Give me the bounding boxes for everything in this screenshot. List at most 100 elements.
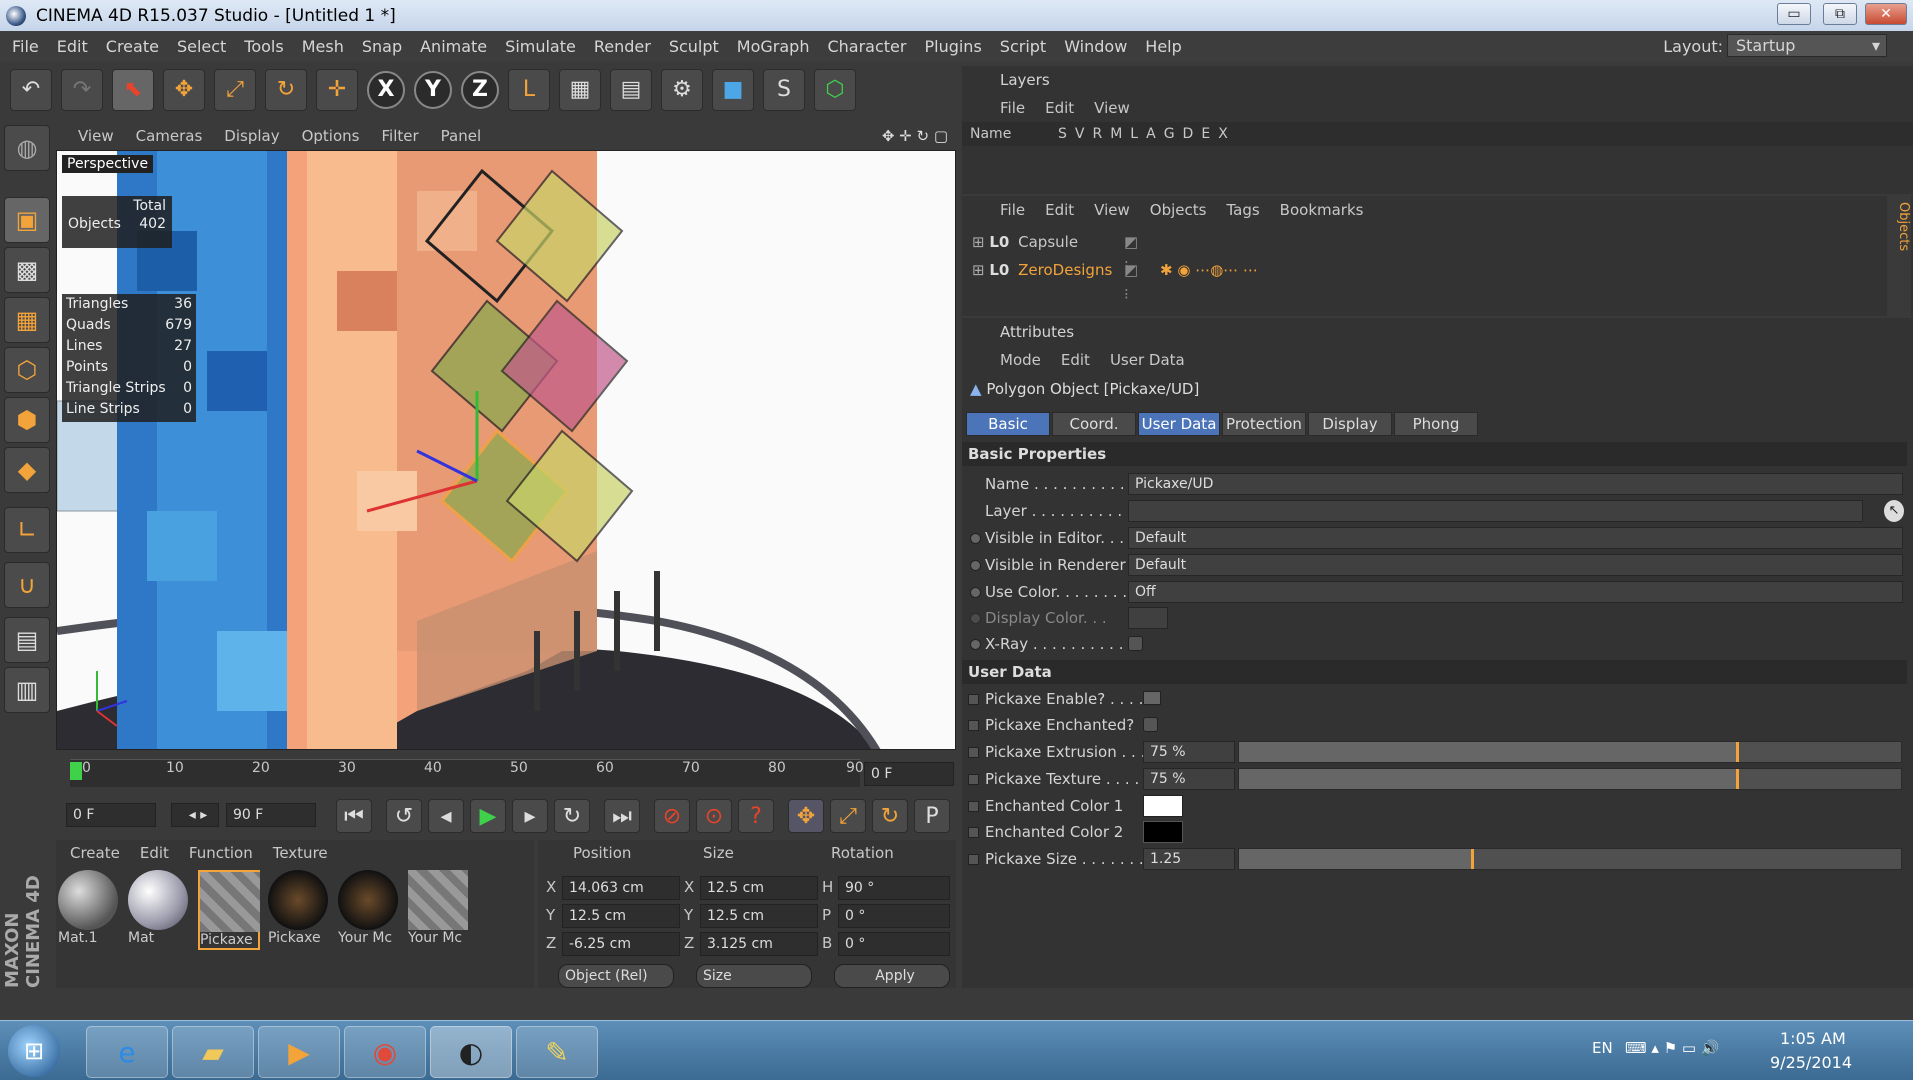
cinema4d-taskbar-icon[interactable]: ◐ [430, 1026, 512, 1078]
menu-character[interactable]: Character [827, 37, 906, 56]
x-axis-toggle[interactable]: X [367, 70, 405, 109]
rotation-b-field[interactable]: 0 ° [838, 932, 950, 956]
material-menu-edit[interactable]: Edit [140, 844, 169, 862]
layers-menu-edit[interactable]: Edit [1045, 94, 1074, 122]
paint-icon[interactable]: ✎ [516, 1026, 598, 1078]
object-tags-icons[interactable]: ✱ ◉ ⋯◍⋯ ⋯ [1160, 258, 1258, 282]
camera-label[interactable]: Perspective [62, 155, 154, 173]
layer-field[interactable] [1128, 500, 1863, 522]
tab-basic[interactable]: Basic [966, 412, 1050, 436]
menu-edit[interactable]: Edit [57, 37, 88, 56]
size-x-field[interactable]: 12.5 cm [700, 876, 818, 900]
previous-frame-icon[interactable]: ◂ [428, 799, 464, 833]
apply-button[interactable]: Apply [834, 964, 950, 988]
objects-menu-edit[interactable]: Edit [1045, 196, 1074, 224]
menu-render[interactable]: Render [594, 37, 651, 56]
key-position-icon[interactable]: ✥ [788, 799, 824, 833]
cube-primitive-button[interactable]: ■ [712, 68, 754, 111]
viewport-menu-options[interactable]: Options [302, 127, 360, 145]
menu-plugins[interactable]: Plugins [924, 37, 981, 56]
timeline-ruler[interactable]: 0 10 20 30 40 50 60 70 80 90 [70, 759, 864, 787]
file-explorer-icon[interactable]: ▰ [172, 1026, 254, 1078]
pickaxe-texture-slider[interactable] [1238, 768, 1902, 790]
size-z-field[interactable]: 3.125 cm [700, 932, 818, 956]
sculpt-mode-icon[interactable]: ◍ [4, 125, 50, 171]
points-mode-icon[interactable]: ⬡ [4, 347, 50, 393]
menu-mograph[interactable]: MoGraph [737, 37, 810, 56]
attributes-menu-userdata[interactable]: User Data [1110, 346, 1185, 374]
objects-side-tab[interactable]: Objects [1887, 196, 1911, 316]
menu-help[interactable]: Help [1145, 37, 1181, 56]
key-scale-icon[interactable]: ⤢ [830, 799, 866, 833]
menu-simulate[interactable]: Simulate [505, 37, 576, 56]
tab-display[interactable]: Display [1308, 412, 1392, 436]
tray-icons[interactable]: ⌨ ▴ ⚑ ▭ 🔊 [1625, 1039, 1720, 1057]
expand-icon[interactable]: ⊞ [972, 233, 985, 251]
material-swatch[interactable]: Mat [128, 870, 190, 950]
object-row-capsule[interactable]: ⊞ L0 Capsule ◩ ⁝ [972, 230, 1138, 275]
visible-editor-select[interactable]: Default [1128, 527, 1903, 549]
material-swatch[interactable]: Your Mc [338, 870, 400, 950]
tab-phong[interactable]: Phong [1394, 412, 1478, 436]
undo-button[interactable]: ↶ [10, 68, 52, 111]
object-name[interactable]: Capsule [1018, 233, 1078, 251]
position-x-field[interactable]: 14.063 cm [562, 876, 680, 900]
workplane-icon[interactable]: ▦ [4, 297, 50, 343]
layer-pick-icon[interactable]: ↖ [1884, 500, 1904, 522]
viewport-nav-icons[interactable]: ✥ ✛ ↻ ▢ [882, 127, 948, 145]
playhead[interactable] [70, 762, 82, 780]
expand-icon[interactable]: ⊞ [972, 261, 985, 279]
material-swatch[interactable]: Mat.1 [58, 870, 120, 950]
xray-checkbox[interactable] [1128, 636, 1143, 651]
close-button[interactable]: ✕ [1865, 3, 1907, 25]
coord-mode-select[interactable]: Object (Rel) [558, 964, 674, 988]
objects-menu-bookmarks[interactable]: Bookmarks [1280, 196, 1364, 224]
clock-date[interactable]: 9/25/2014 [1770, 1053, 1852, 1072]
next-key-icon[interactable]: ↻ [554, 799, 590, 833]
menu-file[interactable]: File [12, 37, 39, 56]
enchanted-color2-swatch[interactable] [1143, 821, 1183, 843]
play-icon[interactable]: ▶ [470, 799, 506, 833]
position-z-field[interactable]: -6.25 cm [562, 932, 680, 956]
redo-button[interactable]: ↷ [61, 68, 103, 111]
animate-dot[interactable] [970, 560, 981, 571]
tab-coord[interactable]: Coord. [1052, 412, 1136, 436]
visibility-toggle-icon[interactable]: ◩ ⁝ [1124, 258, 1138, 306]
texture-mode-icon[interactable]: ▩ [4, 247, 50, 293]
material-swatch[interactable]: Pickaxe [268, 870, 330, 950]
layers-menu-view[interactable]: View [1094, 94, 1130, 122]
autokey-icon[interactable]: ⊙ [696, 799, 732, 833]
material-swatch[interactable]: Pickaxe [198, 870, 260, 950]
timeline[interactable]: 0 10 20 30 40 50 60 70 80 90 0 F [56, 755, 958, 793]
object-row-zerodesigns[interactable]: ⊞ L0 ZeroDesigns ◩ ⁝ ✱ ◉ ⋯◍⋯ ⋯ [972, 258, 1258, 303]
display-color-swatch[interactable] [1128, 607, 1168, 629]
rotation-h-field[interactable]: 90 ° [838, 876, 950, 900]
pickaxe-size-field[interactable]: 1.25 [1143, 848, 1235, 870]
key-rotation-icon[interactable]: ↻ [872, 799, 908, 833]
3d-viewport[interactable] [56, 150, 956, 750]
animate-dot[interactable] [970, 639, 981, 650]
pickaxe-enchanted-checkbox[interactable] [1143, 717, 1158, 732]
render-picture-viewer-button[interactable]: ▤ [610, 68, 652, 111]
key-parameter-icon[interactable]: P [914, 799, 950, 833]
previous-key-icon[interactable]: ↺ [386, 799, 422, 833]
name-field[interactable]: Pickaxe/UD [1128, 473, 1903, 495]
tab-protection[interactable]: Protection [1222, 412, 1306, 436]
current-frame-field[interactable]: 0 F [864, 762, 954, 786]
range-arrows[interactable]: ◂ ▸ [171, 803, 219, 827]
live-selection-button[interactable]: ✛ [316, 68, 358, 111]
z-axis-toggle[interactable]: Z [461, 70, 499, 109]
pickaxe-texture-field[interactable]: 75 % [1143, 768, 1235, 790]
menu-mesh[interactable]: Mesh [302, 37, 344, 56]
y-axis-toggle[interactable]: Y [414, 70, 452, 109]
media-player-icon[interactable]: ▶ [258, 1026, 340, 1078]
nurbs-button[interactable]: ⬡ [814, 68, 856, 111]
object-name[interactable]: ZeroDesigns [1018, 261, 1112, 279]
keyframe-selection-icon[interactable]: ? [738, 799, 774, 833]
record-keys-icon[interactable]: ⊘ [654, 799, 690, 833]
internet-explorer-icon[interactable]: e [86, 1026, 168, 1078]
menu-script[interactable]: Script [1000, 37, 1046, 56]
pickaxe-size-slider[interactable] [1238, 848, 1902, 870]
rotation-p-field[interactable]: 0 ° [838, 904, 950, 928]
viewport-menu-display[interactable]: Display [224, 127, 279, 145]
